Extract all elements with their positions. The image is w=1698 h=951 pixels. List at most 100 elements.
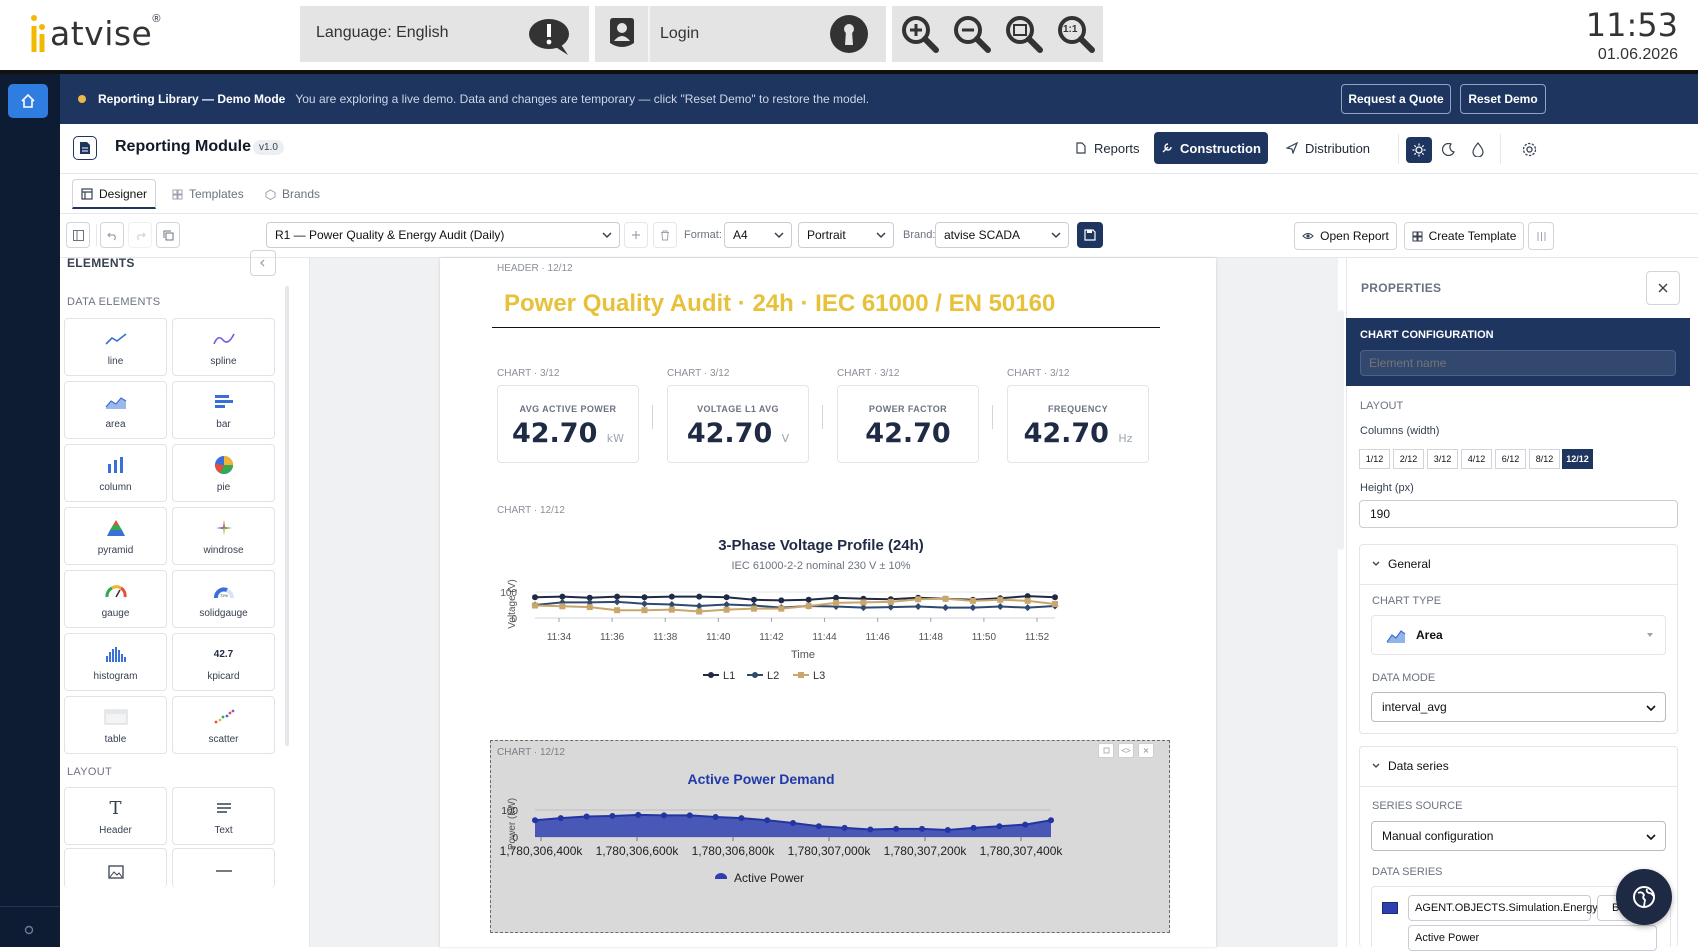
create-template-button[interactable]: Create Template [1404, 222, 1524, 250]
element-card-bar[interactable]: bar [172, 381, 275, 439]
toggle-visibility-button[interactable] [1118, 743, 1134, 758]
request-quote-button[interactable]: Request a Quote [1341, 84, 1451, 114]
data-point [942, 604, 950, 612]
login-button[interactable]: Login [595, 6, 886, 62]
height-input[interactable]: 190 [1359, 500, 1678, 528]
tab-templates[interactable]: Templates [172, 179, 252, 209]
duplicate-button[interactable] [156, 222, 180, 248]
column-width-option[interactable]: 1/12 [1359, 449, 1390, 469]
data-point [860, 599, 867, 606]
collapse-panel-button[interactable] [250, 250, 276, 276]
series-name-input[interactable]: Active Power [1408, 925, 1657, 951]
series-color-swatch[interactable] [1382, 902, 1398, 914]
kpi-card[interactable]: AVG ACTIVE POWER 42.70 kW [497, 385, 639, 463]
orientation-select[interactable]: Portrait [798, 222, 894, 248]
nav-reports[interactable]: Reports [1075, 132, 1145, 164]
element-card-line[interactable]: line [64, 318, 167, 376]
open-report-button[interactable]: Open Report [1294, 222, 1397, 250]
chart-config-title: CHART CONFIGURATION [1360, 329, 1494, 341]
zoom-reset-button[interactable]: 1:1 [1056, 14, 1096, 54]
element-card-pyramid[interactable]: pyramid [64, 507, 167, 565]
series-source-value: Manual configuration [1382, 829, 1494, 843]
undo-button[interactable] [100, 222, 124, 248]
area-chart-icon [1386, 630, 1406, 643]
redo-button[interactable] [128, 222, 152, 248]
column-width-option[interactable]: 8/12 [1529, 449, 1560, 469]
element-card-header[interactable]: T Header [64, 787, 167, 845]
theme-light-button[interactable] [1406, 137, 1432, 163]
save-button[interactable] [1077, 222, 1103, 248]
properties-scrollbar[interactable] [1338, 310, 1344, 550]
element-card-solidgauge[interactable]: 72% solidgauge [172, 570, 275, 628]
clock-date: 01.06.2026 [1597, 46, 1678, 63]
element-card-windrose[interactable]: windrose [172, 507, 275, 565]
column-width-option[interactable]: 2/12 [1393, 449, 1424, 469]
element-card-area[interactable]: area [64, 381, 167, 439]
zoom-out-icon[interactable] [952, 14, 992, 54]
element-card-label: scatter [208, 734, 239, 745]
report-header-title[interactable]: Power Quality Audit · 24h · IEC 61000 / … [504, 290, 1055, 318]
remove-element-button[interactable] [1138, 743, 1154, 758]
chart-type-select[interactable]: Area [1371, 615, 1666, 655]
element-card-histogram[interactable]: histogram [64, 633, 167, 691]
nav-home-button[interactable] [8, 84, 48, 118]
droplet-icon[interactable] [1472, 142, 1484, 157]
general-header[interactable]: General [1360, 545, 1677, 585]
moon-icon[interactable] [1442, 143, 1455, 156]
data-point [805, 603, 812, 610]
toggle-sidebar-button[interactable] [66, 222, 90, 248]
nav-construction[interactable]: Construction [1154, 132, 1268, 164]
column-width-option[interactable]: 6/12 [1495, 449, 1526, 469]
voltage-profile-chart[interactable]: 3-Phase Voltage Profile (24h) IEC 61000-2… [495, 520, 1175, 700]
format-select[interactable]: A4 [724, 222, 792, 248]
report-select[interactable]: R1 — Power Quality & Energy Audit (Daily… [266, 222, 620, 248]
nav-distribution[interactable]: Distribution [1286, 132, 1386, 164]
element-card-column[interactable]: column [64, 444, 167, 502]
data-mode-value: interval_avg [1382, 700, 1447, 714]
user-badge-icon [609, 18, 634, 47]
element-card-table[interactable]: table [64, 696, 167, 754]
data-point [815, 823, 822, 830]
duplicate-element-button[interactable] [1098, 743, 1114, 758]
column-width-option[interactable]: 3/12 [1427, 449, 1458, 469]
sidebar-icon [72, 229, 84, 241]
kpi-card[interactable]: POWER FACTOR 42.70 [837, 385, 979, 463]
add-report-button[interactable] [624, 222, 648, 248]
delete-report-button[interactable] [653, 222, 677, 248]
element-card-spline[interactable]: spline [172, 318, 275, 376]
element-card-scatter[interactable]: scatter [172, 696, 275, 754]
series-address-input[interactable]: AGENT.OBJECTS.Simulation.Energy.A [1408, 895, 1607, 921]
element-card-image[interactable] [64, 848, 167, 888]
element-card-text[interactable]: Text [172, 787, 275, 845]
tab-brands[interactable]: Brands [265, 179, 335, 209]
x-tick-label: 11:48 [919, 632, 944, 643]
active-power-chart[interactable]: Active Power DemandPower (kW)10001,780,3… [495, 762, 1165, 922]
element-card-pie[interactable]: pie [172, 444, 275, 502]
column-width-option[interactable]: 4/12 [1461, 449, 1492, 469]
zoom-in-icon[interactable] [900, 14, 940, 54]
kpi-value: 42.70 [686, 418, 773, 449]
brand-select[interactable]: atvise SCADA [935, 222, 1069, 248]
histogram-icon [105, 642, 127, 666]
data-mode-select[interactable]: interval_avg [1371, 692, 1666, 722]
language-button[interactable]: Language: English [300, 6, 589, 62]
close-properties-button[interactable] [1646, 271, 1680, 305]
kpi-card[interactable]: VOLTAGE L1 AVG 42.70 V [667, 385, 809, 463]
nav-settings-icon[interactable] [24, 925, 34, 935]
element-card-gauge[interactable]: gauge [64, 570, 167, 628]
panel-settings-button[interactable] [1528, 222, 1554, 250]
series-source-select[interactable]: Manual configuration [1371, 821, 1666, 851]
reset-demo-button[interactable]: Reset Demo [1460, 84, 1546, 114]
tab-designer[interactable]: Designer [72, 179, 156, 209]
kpi-card[interactable]: FREQUENCY 42.70 Hz [1007, 385, 1149, 463]
data-series-header[interactable]: Data series [1360, 747, 1677, 787]
column-width-option[interactable]: 12/12 [1562, 449, 1593, 469]
element-card-divider[interactable] [172, 848, 275, 888]
zoom-fit-icon[interactable] [1004, 14, 1044, 54]
element-card-kpicard[interactable]: 42.7 kpicard [172, 633, 275, 691]
element-name-input[interactable] [1360, 350, 1676, 376]
kpi-title: FREQUENCY [1047, 404, 1109, 414]
language-fab-button[interactable] [1616, 869, 1672, 925]
elements-scrollbar[interactable] [285, 286, 289, 746]
gear-icon[interactable] [1522, 142, 1537, 157]
